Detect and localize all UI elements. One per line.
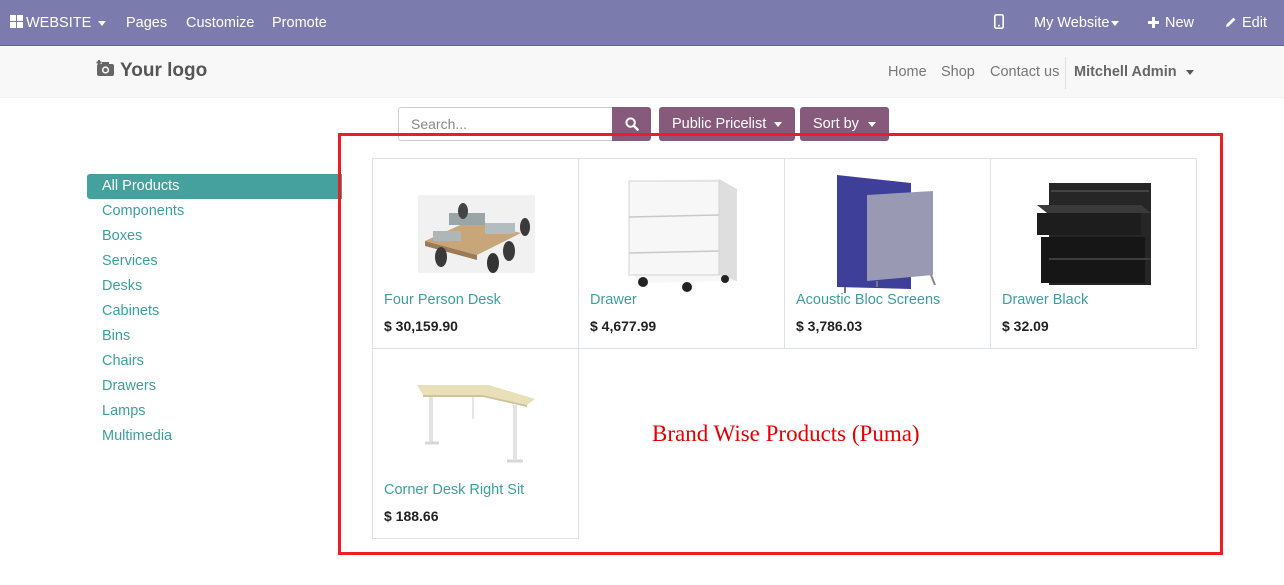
user-menu[interactable]: Mitchell Admin bbox=[1074, 46, 1194, 98]
nav-shop[interactable]: Shop bbox=[941, 46, 975, 98]
pages-menu[interactable]: Pages bbox=[126, 0, 167, 46]
new-button-label: New bbox=[1165, 15, 1195, 31]
category-desks[interactable]: Desks bbox=[87, 274, 342, 299]
site-header: Your logo Home Shop Contact us Mitchell … bbox=[0, 46, 1284, 98]
category-components[interactable]: Components bbox=[87, 199, 342, 224]
category-lamps[interactable]: Lamps bbox=[87, 399, 342, 424]
mobile-preview-button[interactable] bbox=[994, 0, 1004, 46]
category-bins[interactable]: Bins bbox=[87, 324, 342, 349]
apps-icon bbox=[10, 15, 23, 28]
admin-bar: WEBSITE Pages Customize Promote My Websi… bbox=[0, 0, 1284, 46]
category-cabinets[interactable]: Cabinets bbox=[87, 299, 342, 324]
annotation-label: Brand Wise Products (Puma) bbox=[652, 421, 920, 446]
website-menu-label: WEBSITE bbox=[26, 15, 92, 31]
new-button[interactable]: New bbox=[1148, 0, 1194, 46]
chevron-down-icon bbox=[1185, 69, 1194, 75]
edit-button[interactable]: Edit bbox=[1225, 0, 1267, 46]
camera-icon bbox=[96, 60, 114, 76]
category-all-products[interactable]: All Products bbox=[87, 174, 342, 199]
category-services[interactable]: Services bbox=[87, 249, 342, 274]
category-list: All Products Components Boxes Services D… bbox=[87, 174, 342, 449]
mobile-icon bbox=[994, 14, 1004, 29]
logo-text: Your logo bbox=[120, 60, 208, 81]
website-menu[interactable]: WEBSITE bbox=[10, 0, 107, 46]
nav-divider bbox=[1065, 57, 1066, 89]
sort-label: Sort by bbox=[813, 116, 859, 132]
site-logo[interactable]: Your logo bbox=[96, 60, 207, 82]
customize-menu[interactable]: Customize bbox=[186, 0, 255, 46]
user-name: Mitchell Admin bbox=[1074, 64, 1177, 80]
search-icon bbox=[625, 117, 639, 131]
my-website-menu[interactable]: My Website bbox=[1034, 0, 1120, 46]
edit-button-label: Edit bbox=[1242, 15, 1267, 31]
pencil-icon bbox=[1226, 17, 1236, 27]
my-website-label: My Website bbox=[1034, 15, 1110, 31]
plus-icon bbox=[1148, 17, 1159, 28]
category-chairs[interactable]: Chairs bbox=[87, 349, 342, 374]
chevron-down-icon bbox=[867, 121, 876, 127]
category-drawers[interactable]: Drawers bbox=[87, 374, 342, 399]
chevron-down-icon bbox=[98, 20, 107, 26]
nav-home[interactable]: Home bbox=[888, 46, 927, 98]
category-multimedia[interactable]: Multimedia bbox=[87, 424, 342, 449]
nav-contact-us[interactable]: Contact us bbox=[990, 46, 1059, 98]
category-boxes[interactable]: Boxes bbox=[87, 224, 342, 249]
chevron-down-icon bbox=[774, 121, 783, 127]
pricelist-label: Public Pricelist bbox=[672, 116, 767, 132]
promote-menu[interactable]: Promote bbox=[272, 0, 327, 46]
chevron-down-icon bbox=[1111, 20, 1120, 26]
annotation-frame bbox=[338, 133, 1223, 555]
